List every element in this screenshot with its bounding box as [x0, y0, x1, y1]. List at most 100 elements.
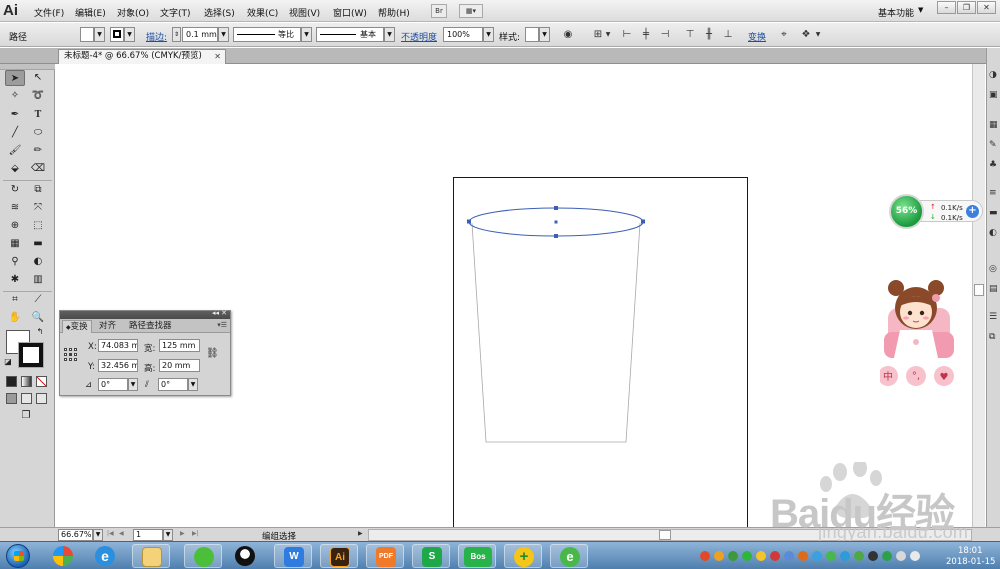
- color-mode-button[interactable]: [6, 376, 17, 387]
- gradient-panel-icon[interactable]: ▬: [989, 208, 1000, 219]
- last-artboard-icon[interactable]: ▶|: [192, 530, 199, 537]
- none-mode-button[interactable]: [36, 376, 47, 387]
- graphic-style-box[interactable]: [525, 27, 539, 42]
- clock-date[interactable]: 2018-01-15: [946, 557, 995, 567]
- panel-options-dropdown[interactable]: ▼: [814, 29, 822, 40]
- reference-point[interactable]: [74, 358, 77, 361]
- reference-point[interactable]: [69, 348, 72, 351]
- y-input[interactable]: 32.456 m: [98, 359, 138, 372]
- tray-app-icon[interactable]: [812, 551, 822, 561]
- opacity-dropdown[interactable]: ▼: [483, 27, 494, 42]
- draw-behind-button[interactable]: [21, 393, 32, 404]
- align-bottom-icon[interactable]: ⊥: [722, 29, 734, 40]
- pencil-tool-icon[interactable]: ✏: [28, 143, 48, 159]
- color-panel-icon[interactable]: ◑: [989, 70, 1000, 81]
- menu-view[interactable]: 视图(V): [289, 6, 320, 19]
- paintbrush-tool-icon[interactable]: 🖌: [5, 143, 25, 159]
- constrain-proportions-icon[interactable]: ⛓: [206, 348, 219, 359]
- reference-point[interactable]: [69, 358, 72, 361]
- status-menu-icon[interactable]: ▶: [358, 530, 363, 537]
- graphic-style-dropdown[interactable]: ▼: [539, 27, 550, 42]
- variable-width-profile[interactable]: 等比: [233, 27, 301, 42]
- chevron-down-icon[interactable]: ▼: [918, 6, 923, 14]
- vertical-scrollbar[interactable]: [972, 64, 985, 527]
- tray-app-icon[interactable]: [728, 551, 738, 561]
- type-tool-icon[interactable]: T: [28, 107, 48, 123]
- lasso-tool-icon[interactable]: ➰: [28, 88, 48, 104]
- brush-definition[interactable]: 基本: [316, 27, 384, 42]
- panel-menu-icon[interactable]: ▾☰: [217, 321, 227, 329]
- brushes-panel-icon[interactable]: ✎: [989, 140, 1000, 151]
- perspective-grid-tool-icon[interactable]: ⬚: [28, 218, 48, 234]
- menu-file[interactable]: 文件(F): [34, 6, 64, 19]
- transparency-panel-icon[interactable]: ◐: [989, 228, 1000, 239]
- reference-point[interactable]: [74, 348, 77, 351]
- restore-button[interactable]: ❐: [957, 1, 976, 14]
- ime-mascot-icon[interactable]: 中 °, ♥: [880, 278, 960, 390]
- stroke-panel-link[interactable]: 描边:: [146, 30, 167, 43]
- color-guide-icon[interactable]: ▣: [989, 90, 1000, 101]
- taskbar-360-security[interactable]: +: [504, 544, 542, 568]
- artboards-panel-icon[interactable]: ⧉: [989, 332, 1000, 343]
- menu-help[interactable]: 帮助(H): [378, 6, 410, 19]
- previous-artboard-icon[interactable]: ◀: [119, 530, 124, 537]
- isolate-group-icon[interactable]: ⌖: [778, 29, 790, 40]
- align-center-horizontal-icon[interactable]: ╪: [640, 29, 652, 40]
- zoom-dropdown[interactable]: ▼: [93, 529, 103, 541]
- add-icon[interactable]: +: [966, 205, 979, 218]
- reference-point[interactable]: [64, 353, 67, 356]
- free-transform-tool-icon[interactable]: ⤧: [28, 200, 48, 216]
- tab-pathfinder[interactable]: 路径查找器: [126, 320, 175, 333]
- tray-app-icon[interactable]: [868, 551, 878, 561]
- line-tool-icon[interactable]: ╱: [5, 125, 25, 141]
- pen-tool-icon[interactable]: ✒: [5, 107, 25, 123]
- opacity-panel-link[interactable]: 不透明度: [401, 30, 437, 43]
- anchor-point[interactable]: [641, 219, 645, 224]
- transform-panel-header[interactable]: ◂◂ ✕: [60, 309, 230, 319]
- opacity-input[interactable]: 100%: [443, 27, 483, 42]
- stroke-weight-input[interactable]: 0.1 mm: [182, 27, 218, 42]
- draw-normal-button[interactable]: [6, 393, 17, 404]
- column-graph-tool-icon[interactable]: ▥: [28, 272, 48, 288]
- selection-tool-icon[interactable]: ➤: [5, 70, 25, 86]
- gradient-mode-button[interactable]: [21, 376, 32, 387]
- swap-fill-stroke-icon[interactable]: ↰: [34, 326, 46, 338]
- stroke-dropdown[interactable]: ▼: [124, 27, 135, 42]
- hand-tool-icon[interactable]: ✋: [5, 310, 25, 326]
- network-status-icon[interactable]: [896, 551, 906, 561]
- symbol-sprayer-tool-icon[interactable]: ✱: [5, 272, 25, 288]
- ellipse-tool-icon[interactable]: ⬭: [28, 125, 48, 141]
- width-input[interactable]: 125 mm: [159, 339, 200, 352]
- clock-time[interactable]: 18:01: [958, 546, 983, 556]
- blend-tool-icon[interactable]: ◐: [28, 254, 48, 270]
- tab-align[interactable]: 对齐: [96, 320, 119, 333]
- stroke-panel-icon[interactable]: ≡: [989, 188, 1000, 199]
- workspace-switcher[interactable]: 基本功能: [878, 6, 914, 19]
- tray-app-icon[interactable]: [882, 551, 892, 561]
- fill-dropdown[interactable]: ▼: [94, 27, 105, 42]
- next-artboard-icon[interactable]: ▶: [180, 530, 185, 537]
- reference-point[interactable]: [64, 358, 67, 361]
- profile-dropdown[interactable]: ▼: [301, 27, 312, 42]
- document-tab[interactable]: 未标题-4* @ 66.67% (CMYK/预览) ✕: [58, 49, 226, 64]
- taskbar-wps-spreadsheet[interactable]: S: [412, 544, 450, 568]
- menu-select[interactable]: 选择(S): [204, 6, 235, 19]
- bridge-button[interactable]: Br: [431, 4, 447, 18]
- artboard-dropdown[interactable]: ▼: [163, 529, 173, 541]
- taskbar-360-browser[interactable]: [44, 544, 82, 568]
- tab-transform[interactable]: ◆变换: [62, 320, 92, 333]
- arrange-documents-button[interactable]: ▦▾: [459, 4, 483, 18]
- stroke-weight-stepper[interactable]: ⇕: [172, 27, 181, 42]
- artboard-tool-icon[interactable]: ⌗: [5, 292, 25, 308]
- default-fill-stroke-icon[interactable]: ◪: [2, 356, 14, 368]
- taskbar-file-explorer[interactable]: [132, 544, 170, 568]
- align-to-dropdown[interactable]: ▼: [604, 29, 612, 40]
- minimize-button[interactable]: –: [937, 1, 956, 14]
- slice-tool-icon[interactable]: ⟋: [28, 292, 48, 308]
- stroke-swatch[interactable]: [19, 343, 43, 367]
- volume-icon[interactable]: [910, 551, 920, 561]
- anchor-point[interactable]: [467, 219, 471, 224]
- collapse-icon[interactable]: ◂◂: [212, 309, 219, 317]
- magic-wand-tool-icon[interactable]: ✧: [5, 88, 25, 104]
- swatches-panel-icon[interactable]: ▦: [989, 120, 1000, 131]
